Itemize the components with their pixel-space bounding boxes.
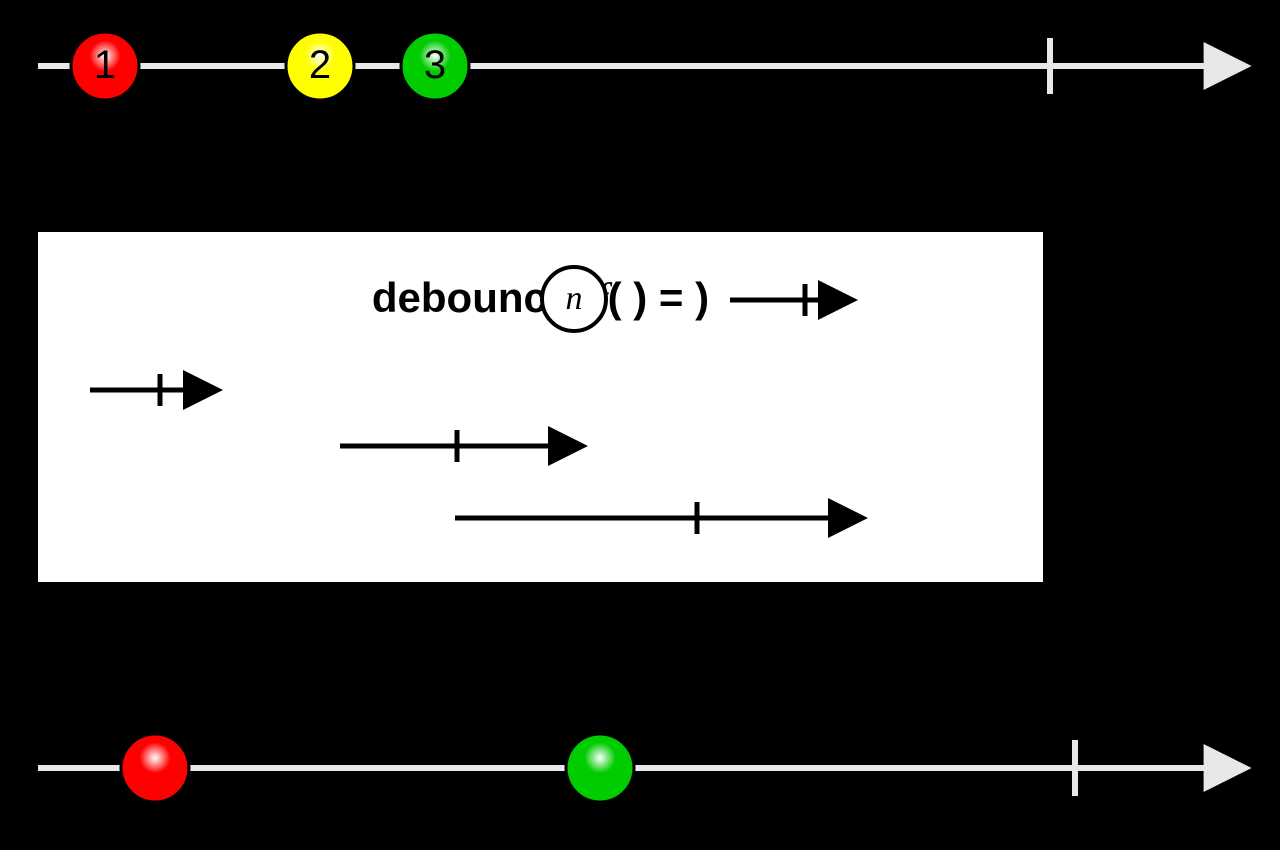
input-timeline-marble-1: 2 — [286, 32, 354, 100]
marble-label: 2 — [309, 43, 331, 87]
op-arg-marble: n — [542, 267, 606, 331]
input-timeline-marble-0: 1 — [71, 32, 139, 100]
marble-label: 3 — [424, 43, 446, 87]
marble-icon — [566, 734, 634, 802]
op-fn-open: ( — [608, 274, 622, 321]
output-timeline-marble-0 — [121, 734, 189, 802]
marble-icon — [121, 734, 189, 802]
op-arg-letter: n — [566, 280, 583, 317]
input-timeline: 1 2 3 — [38, 32, 1242, 100]
output-timeline — [38, 734, 1242, 802]
op-equals: = — [647, 274, 695, 321]
output-timeline-marble-1 — [566, 734, 634, 802]
op-fn-close: ) — [633, 274, 647, 321]
op-suffix: ) — [695, 274, 709, 321]
op-gap-n — [622, 274, 634, 321]
marble-label: 1 — [94, 43, 116, 87]
operator-box: debounce( f( ) = )n — [38, 232, 1043, 582]
input-timeline-marble-2: 3 — [401, 32, 469, 100]
